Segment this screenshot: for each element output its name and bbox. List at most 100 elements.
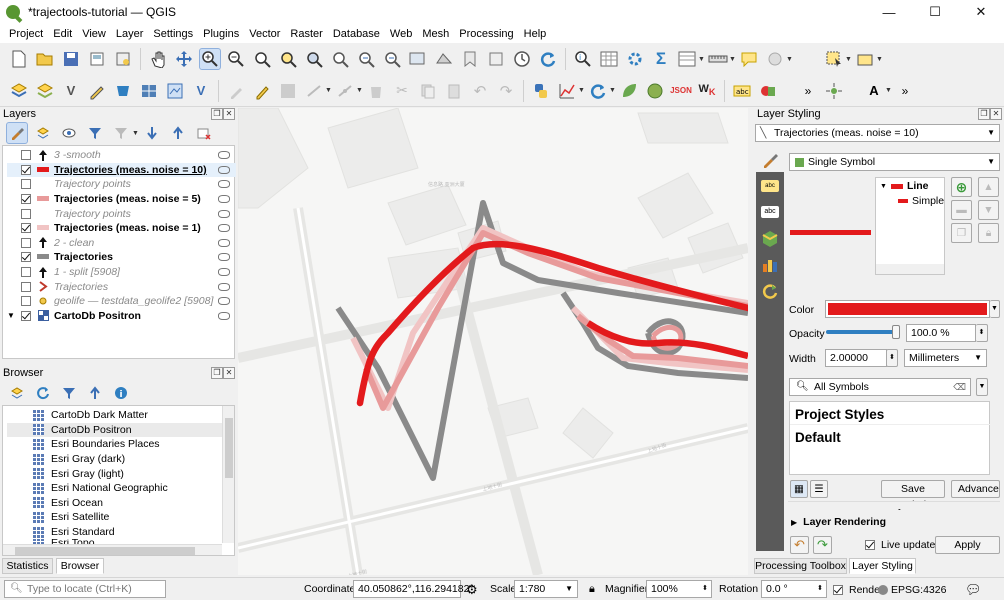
add-vector-layer-icon[interactable] — [34, 80, 56, 102]
chevron-down-icon[interactable]: ▼ — [729, 56, 736, 63]
renderer-select[interactable]: Single Symbol ▼ — [789, 153, 1000, 171]
open-field-calculator-icon[interactable] — [676, 48, 698, 70]
layer-item[interactable]: Trajectory points — [7, 206, 236, 221]
eye-icon[interactable] — [218, 165, 230, 174]
lock-scale-icon[interactable]: 🔒︎ — [589, 581, 595, 598]
zoom-to-selection-icon[interactable] — [277, 48, 299, 70]
menu-layer[interactable]: Layer — [111, 28, 149, 40]
tab-browser[interactable]: Browser — [56, 558, 104, 574]
layer-item[interactable]: Trajectories (meas. noise = 5) — [7, 192, 236, 207]
layer-item[interactable]: Trajectories — [7, 279, 236, 294]
text-annotation-icon[interactable]: A — [863, 80, 885, 102]
float-panel-icon[interactable]: ❐ — [211, 367, 223, 379]
clear-icon[interactable]: ⌫ — [953, 379, 966, 395]
layer-checkbox[interactable] — [21, 237, 31, 248]
chevron-down-icon[interactable]: ▼ — [698, 56, 705, 63]
render-checkbox[interactable] — [833, 585, 843, 595]
menu-web[interactable]: Web — [385, 28, 417, 40]
browser-item[interactable]: Esri Standard — [7, 525, 222, 540]
browser-item[interactable]: Esri Satellite — [7, 510, 222, 525]
add-vector-tile-icon[interactable]: V — [190, 80, 212, 102]
zoom-full-icon[interactable] — [251, 48, 273, 70]
coordinate-input[interactable]: 40.050862°,116.294182° — [353, 580, 474, 598]
symbol-tree-line[interactable]: ▼ Line — [880, 180, 929, 192]
undo-icon[interactable]: ↶ — [469, 80, 491, 102]
chevron-down-icon[interactable]: ▼ — [845, 56, 852, 63]
layer-checkbox[interactable] — [21, 310, 31, 321]
scrollbar-thumb[interactable] — [225, 418, 233, 478]
browser-item[interactable]: Esri Gray (light) — [7, 466, 222, 481]
symbol-search-input[interactable]: 🔍︎ All Symbols ⌫ — [789, 378, 971, 396]
redo-style-button[interactable]: ↷ — [813, 536, 832, 554]
zoom-in-icon[interactable] — [199, 48, 221, 70]
maximize-button[interactable]: ☐ — [912, 0, 958, 24]
chevron-down-icon[interactable]: ▼ — [325, 87, 332, 94]
symbology-brush-icon[interactable] — [756, 148, 784, 172]
horizontal-scrollbar[interactable] — [3, 544, 222, 555]
chevron-down-icon[interactable]: ▼ — [876, 56, 883, 63]
chevron-down-icon[interactable]: ▼ — [786, 56, 793, 63]
more-tools-icon[interactable]: » — [797, 80, 819, 102]
chevron-down-icon[interactable]: ▼ — [578, 87, 585, 94]
apply-button[interactable]: Apply — [935, 536, 1000, 554]
rotation-input[interactable]: 0.0 ° ⬍ — [761, 580, 827, 598]
select-by-value-icon[interactable] — [854, 48, 876, 70]
menu-project[interactable]: Project — [4, 28, 48, 40]
add-symbol-layer-button[interactable]: ⊕ — [951, 177, 972, 197]
open-project-icon[interactable] — [34, 48, 56, 70]
icon-view-button[interactable]: ▦ — [790, 480, 808, 498]
layer-item[interactable]: Trajectory points — [7, 177, 236, 192]
render-toggle[interactable]: Render — [833, 584, 883, 596]
move-down-button[interactable]: ▼ — [978, 200, 999, 220]
more-tools-icon[interactable]: » — [894, 80, 916, 102]
eye-icon[interactable] — [218, 209, 230, 218]
layer-checkbox[interactable] — [21, 252, 31, 263]
info-icon[interactable]: i — [110, 382, 132, 404]
eye-icon[interactable] — [218, 180, 230, 189]
menu-raster[interactable]: Raster — [285, 28, 327, 40]
paste-features-icon[interactable] — [443, 80, 465, 102]
layer-item[interactable]: 2 - clean — [7, 236, 236, 251]
symbol-tree-simple-line[interactable]: Simple line — [898, 195, 944, 207]
eye-icon[interactable] — [218, 282, 230, 291]
menu-vector[interactable]: Vector — [244, 28, 285, 40]
list-view-button[interactable]: ☰ — [810, 480, 828, 498]
tab-statistics[interactable]: Statistics — [2, 558, 53, 574]
map-tips-icon[interactable] — [738, 48, 760, 70]
add-feature-icon[interactable] — [303, 80, 325, 102]
python-console-icon[interactable] — [530, 80, 552, 102]
menu-mesh[interactable]: Mesh — [417, 28, 454, 40]
remove-layer-icon[interactable] — [193, 122, 215, 144]
width-input[interactable]: 2.00000 — [825, 349, 887, 367]
locator-search-input[interactable]: 🔍︎ Type to locate (Ctrl+K) — [4, 580, 166, 598]
layout-manager-icon[interactable] — [112, 48, 134, 70]
map-canvas[interactable]: 上地十街 上地十街 上地十街 信息路 亚洲大厦 — [238, 108, 748, 575]
advanced-button[interactable]: Advanced — [951, 480, 1000, 498]
messages-icon[interactable]: 💬︎ — [965, 581, 982, 598]
chevron-down-icon[interactable]: ▼ — [885, 87, 892, 94]
menu-database[interactable]: Database — [328, 28, 385, 40]
width-spin[interactable]: ⬍ — [886, 349, 898, 367]
processing-toolbox-icon[interactable] — [624, 48, 646, 70]
layer-item[interactable]: Trajectories (meas. noise = 1) — [7, 221, 236, 236]
browser-item[interactable]: CartoDb Dark Matter — [7, 408, 222, 423]
eye-icon[interactable] — [218, 253, 230, 262]
tab-layer-styling[interactable]: Layer Styling — [849, 558, 916, 574]
add-delimited-text-icon[interactable]: V — [60, 80, 82, 102]
eye-icon[interactable] — [218, 297, 230, 306]
scrollbar-thumb[interactable] — [15, 547, 195, 555]
layer-item[interactable]: geolife — testdata_geolife2 [5908] — [7, 294, 236, 309]
graph-tool-icon[interactable] — [556, 80, 578, 102]
toggle-editing-icon[interactable] — [225, 80, 247, 102]
add-selected-layers-icon[interactable] — [6, 382, 28, 404]
float-panel-icon[interactable]: ❐ — [211, 108, 223, 120]
opacity-spin[interactable]: ⬍ — [976, 324, 988, 342]
annotation-icon[interactable] — [764, 48, 786, 70]
pencil-icon[interactable] — [251, 80, 273, 102]
wkt-plugin-icon[interactable]: WK — [696, 80, 718, 102]
save-symbol-button[interactable]: Save Symbol... — [881, 480, 945, 511]
zoom-to-layer-icon[interactable] — [303, 48, 325, 70]
copy-features-icon[interactable] — [417, 80, 439, 102]
lock-layer-button[interactable]: 🔒︎ — [978, 223, 999, 243]
expand-arrow-icon[interactable]: ▼ — [7, 311, 21, 320]
